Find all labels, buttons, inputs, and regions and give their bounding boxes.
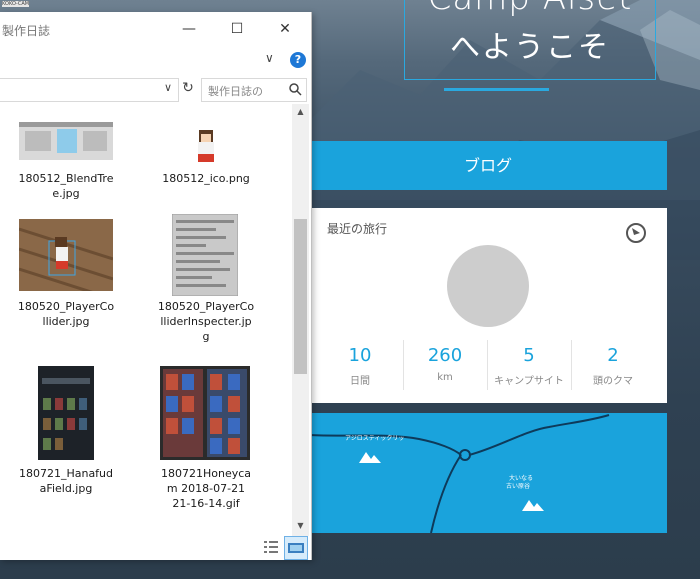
file-name: 21-16-14.gif xyxy=(172,497,240,510)
file-item[interactable]: 180520_PlayerCo lliderInspecter.jp g xyxy=(146,214,266,364)
address-row: ∨ ↻ 製作日誌の xyxy=(0,78,311,102)
file-name: m 2018-07-21 xyxy=(166,482,246,495)
search-input[interactable]: 製作日誌の xyxy=(208,83,263,99)
stat-bears: 2 頭のクマ xyxy=(571,345,655,387)
file-thumbnail xyxy=(172,214,238,296)
maximize-button[interactable]: ☐ xyxy=(213,12,261,46)
file-name: 180721_Hanafud xyxy=(18,467,114,480)
status-bar xyxy=(0,534,311,560)
file-thumbnail xyxy=(19,219,113,291)
file-item[interactable]: 180520_PlayerCo llider.jpg xyxy=(6,214,126,364)
window-title: 製作日誌 xyxy=(2,24,51,38)
trip-avatar-placeholder xyxy=(447,245,529,327)
help-icon[interactable]: ? xyxy=(290,52,306,68)
trail-map: アジロスティックリッ 大いなる 古い原谷 xyxy=(309,413,667,533)
recent-trips-title: 最近の旅行 xyxy=(327,222,388,236)
stat-distance-label: km xyxy=(437,372,453,383)
stat-days: 10 日間 xyxy=(318,345,402,387)
hero-title-line1: Camp Alset xyxy=(404,0,656,18)
trail-map-path xyxy=(309,414,610,533)
file-name: aField.jpg xyxy=(39,482,93,495)
file-explorer-window: 製作日誌 — ☐ ✕ ∨ ? ∨ ↻ 製作日誌の 180512_BlendTre… xyxy=(0,12,312,560)
file-name: 180512_BlendTre xyxy=(18,172,114,185)
mountain-icon xyxy=(522,500,544,511)
file-item[interactable]: 180721Honeyca m 2018-07-21 21-16-14.gif xyxy=(146,364,266,514)
map-label-right-2: 古い原谷 xyxy=(506,483,531,490)
stat-days-value: 10 xyxy=(348,345,372,366)
recent-trips-card: 最近の旅行 10 日間 260 km 5 キャンプサイト 2 頭のクマ xyxy=(309,208,667,403)
file-name: 180512_ico.png xyxy=(162,172,250,185)
file-thumbnail xyxy=(160,366,250,460)
search-box[interactable]: 製作日誌の xyxy=(201,78,307,102)
address-dropdown-icon[interactable]: ∨ xyxy=(164,81,172,94)
file-item[interactable]: 180721_Hanafud aField.jpg xyxy=(6,364,126,514)
file-name: g xyxy=(202,330,210,343)
file-name: e.jpg xyxy=(52,187,80,200)
file-name: 180721Honeyca xyxy=(160,467,252,480)
expand-ribbon-chevron-icon[interactable]: ∨ xyxy=(265,51,274,65)
file-name: lliderInspecter.jp xyxy=(160,315,252,328)
stat-bears-label: 頭のクマ xyxy=(593,376,633,387)
stat-campsites-label: キャンプサイト xyxy=(494,376,564,387)
compass-icon[interactable] xyxy=(625,222,647,244)
stat-campsites: 5 キャンプサイト xyxy=(487,345,571,387)
file-thumbnail xyxy=(19,122,113,160)
file-grid: 180512_BlendTre e.jpg 180512_ico.png 180… xyxy=(0,104,292,534)
scroll-up-icon[interactable]: ▲ xyxy=(292,104,309,120)
stat-bears-value: 2 xyxy=(607,345,619,366)
stat-distance-value: 260 xyxy=(427,345,463,366)
file-item[interactable]: 180512_ico.png xyxy=(146,104,266,214)
minimize-button[interactable]: — xyxy=(165,12,213,46)
vertical-scrollbar[interactable]: ▲ ▼ xyxy=(292,104,309,536)
close-button[interactable]: ✕ xyxy=(261,12,309,46)
stat-days-label: 日間 xyxy=(350,376,370,387)
scroll-down-icon[interactable]: ▼ xyxy=(292,518,309,534)
mountain-icon xyxy=(359,452,381,463)
title-bar: 製作日誌 — ☐ ✕ xyxy=(0,12,311,48)
details-view-icon[interactable] xyxy=(262,538,280,556)
refresh-button[interactable]: ↻ xyxy=(180,80,196,98)
hero-underline xyxy=(444,88,549,91)
corner-tag: KOKO-CAM xyxy=(2,1,30,7)
search-icon[interactable] xyxy=(288,82,302,96)
blog-button[interactable]: ブログ xyxy=(309,141,667,190)
file-item[interactable]: 180512_BlendTre e.jpg xyxy=(6,104,126,214)
large-icons-view-icon[interactable] xyxy=(284,536,308,560)
hero-title-line2: へようこそ xyxy=(450,30,610,65)
file-name: llider.jpg xyxy=(42,315,90,328)
scroll-thumb[interactable] xyxy=(294,219,307,374)
stat-campsites-value: 5 xyxy=(523,345,535,366)
address-bar[interactable]: ∨ xyxy=(0,78,179,102)
ribbon-row: ∨ ? xyxy=(0,48,311,72)
file-name: 180520_PlayerCo xyxy=(17,300,115,313)
map-label-left: アジロスティックリッ xyxy=(345,435,405,442)
stat-distance: 260 km xyxy=(403,345,487,383)
file-thumbnail xyxy=(38,366,94,460)
file-thumbnail xyxy=(198,130,214,162)
file-name: 180520_PlayerCo xyxy=(157,300,255,313)
